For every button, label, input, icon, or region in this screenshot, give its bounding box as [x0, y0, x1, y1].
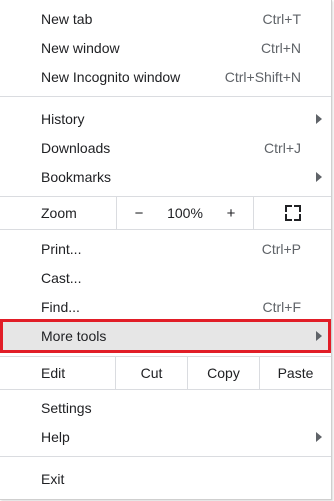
chrome-main-menu: New tab Ctrl+T New window Ctrl+N New Inc… — [0, 0, 332, 500]
menu-item-find[interactable]: Find... Ctrl+F — [0, 292, 331, 321]
cut-button[interactable]: Cut — [116, 357, 187, 389]
menu-item-shortcut: Ctrl+F — [262, 298, 302, 315]
chevron-right-icon — [316, 431, 322, 442]
menu-item-more-tools[interactable]: More tools — [0, 319, 331, 353]
menu-item-shortcut: Ctrl+T — [262, 10, 302, 27]
menu-item-label: Downloads — [41, 139, 111, 156]
chevron-right-icon — [316, 113, 322, 124]
menu-item-label: Bookmarks — [41, 168, 112, 185]
menu-item-shortcut: Ctrl+J — [264, 139, 301, 156]
fullscreen-button[interactable] — [254, 197, 331, 229]
zoom-out-label: − — [134, 204, 144, 222]
menu-item-help[interactable]: Help — [0, 422, 331, 451]
menu-item-label: Find... — [41, 298, 80, 315]
cut-label: Cut — [140, 365, 163, 381]
menu-item-new-window[interactable]: New window Ctrl+N — [0, 33, 331, 62]
chevron-right-icon — [316, 331, 322, 341]
edit-label: Edit — [41, 365, 66, 381]
menu-item-label: Help — [41, 428, 70, 445]
zoom-in-label: + — [226, 204, 236, 222]
zoom-out-button[interactable]: − — [117, 197, 161, 229]
zoom-row: Zoom − 100% + — [0, 197, 331, 229]
chevron-right-icon — [316, 171, 322, 182]
paste-button[interactable]: Paste — [260, 357, 331, 389]
menu-separator — [0, 229, 331, 230]
menu-item-print[interactable]: Print... Ctrl+P — [0, 234, 331, 263]
menu-item-shortcut: Ctrl+N — [260, 39, 301, 56]
menu-item-downloads[interactable]: Downloads Ctrl+J — [0, 133, 331, 162]
menu-item-cast[interactable]: Cast... — [0, 263, 331, 292]
zoom-label: Zoom — [41, 205, 77, 221]
menu-separator — [0, 96, 331, 97]
menu-item-shortcut: Ctrl+P — [261, 240, 301, 257]
menu-item-label: Exit — [41, 470, 65, 487]
menu-item-label: New tab — [41, 10, 93, 27]
menu-item-label: New Incognito window — [41, 68, 181, 85]
menu-item-label: Print... — [41, 240, 82, 257]
menu-item-exit[interactable]: Exit — [0, 464, 331, 493]
menu-item-history[interactable]: History — [0, 104, 331, 133]
paste-label: Paste — [277, 365, 314, 381]
menu-item-shortcut: Ctrl+Shift+N — [224, 68, 301, 85]
zoom-value-text: 100% — [167, 205, 203, 221]
copy-label: Copy — [207, 365, 240, 381]
menu-item-label: Cast... — [41, 269, 82, 286]
menu-item-new-incognito-window[interactable]: New Incognito window Ctrl+Shift+N — [0, 62, 331, 91]
menu-item-label: New window — [41, 39, 120, 56]
edit-row: Edit Cut Copy Paste — [0, 357, 331, 389]
menu-item-label: More tools — [41, 328, 107, 344]
copy-button[interactable]: Copy — [188, 357, 259, 389]
menu-item-new-tab[interactable]: New tab Ctrl+T — [0, 4, 331, 33]
menu-item-label: History — [41, 110, 85, 127]
fullscreen-icon — [284, 205, 301, 221]
zoom-value: 100% — [161, 197, 209, 229]
menu-separator — [0, 456, 331, 457]
menu-separator — [0, 389, 331, 390]
menu-item-bookmarks[interactable]: Bookmarks — [0, 162, 331, 191]
zoom-in-button[interactable]: + — [209, 197, 253, 229]
menu-item-settings[interactable]: Settings — [0, 393, 331, 422]
menu-item-label: Settings — [41, 399, 92, 416]
